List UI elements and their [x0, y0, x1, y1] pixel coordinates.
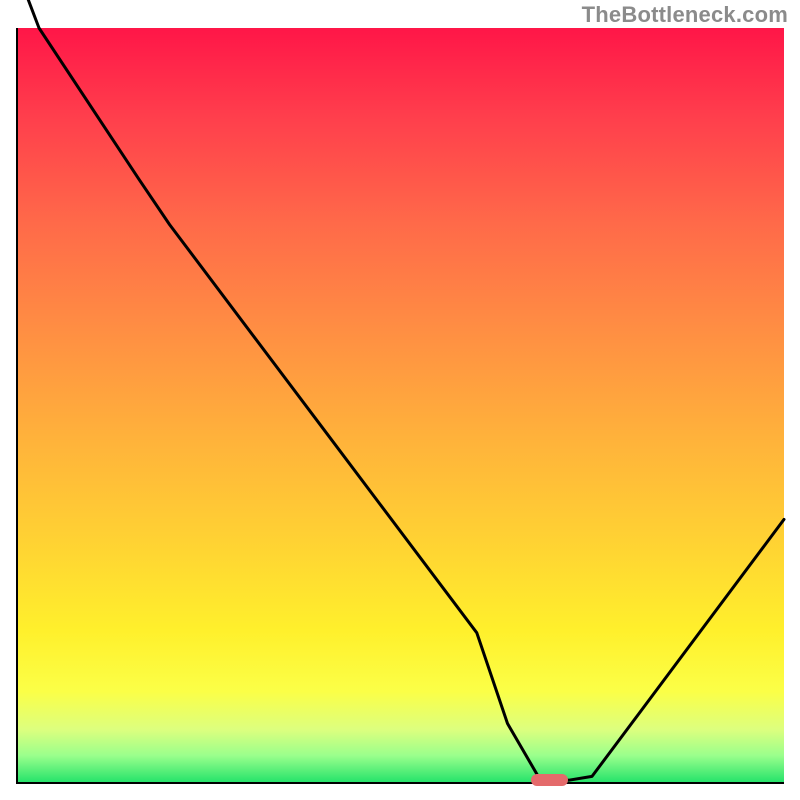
bottleneck-curve-path [16, 0, 784, 780]
bottleneck-marker [531, 774, 568, 786]
curve-svg [16, 28, 784, 784]
bottleneck-chart: TheBottleneck.com [0, 0, 800, 800]
watermark-text: TheBottleneck.com [582, 2, 788, 28]
